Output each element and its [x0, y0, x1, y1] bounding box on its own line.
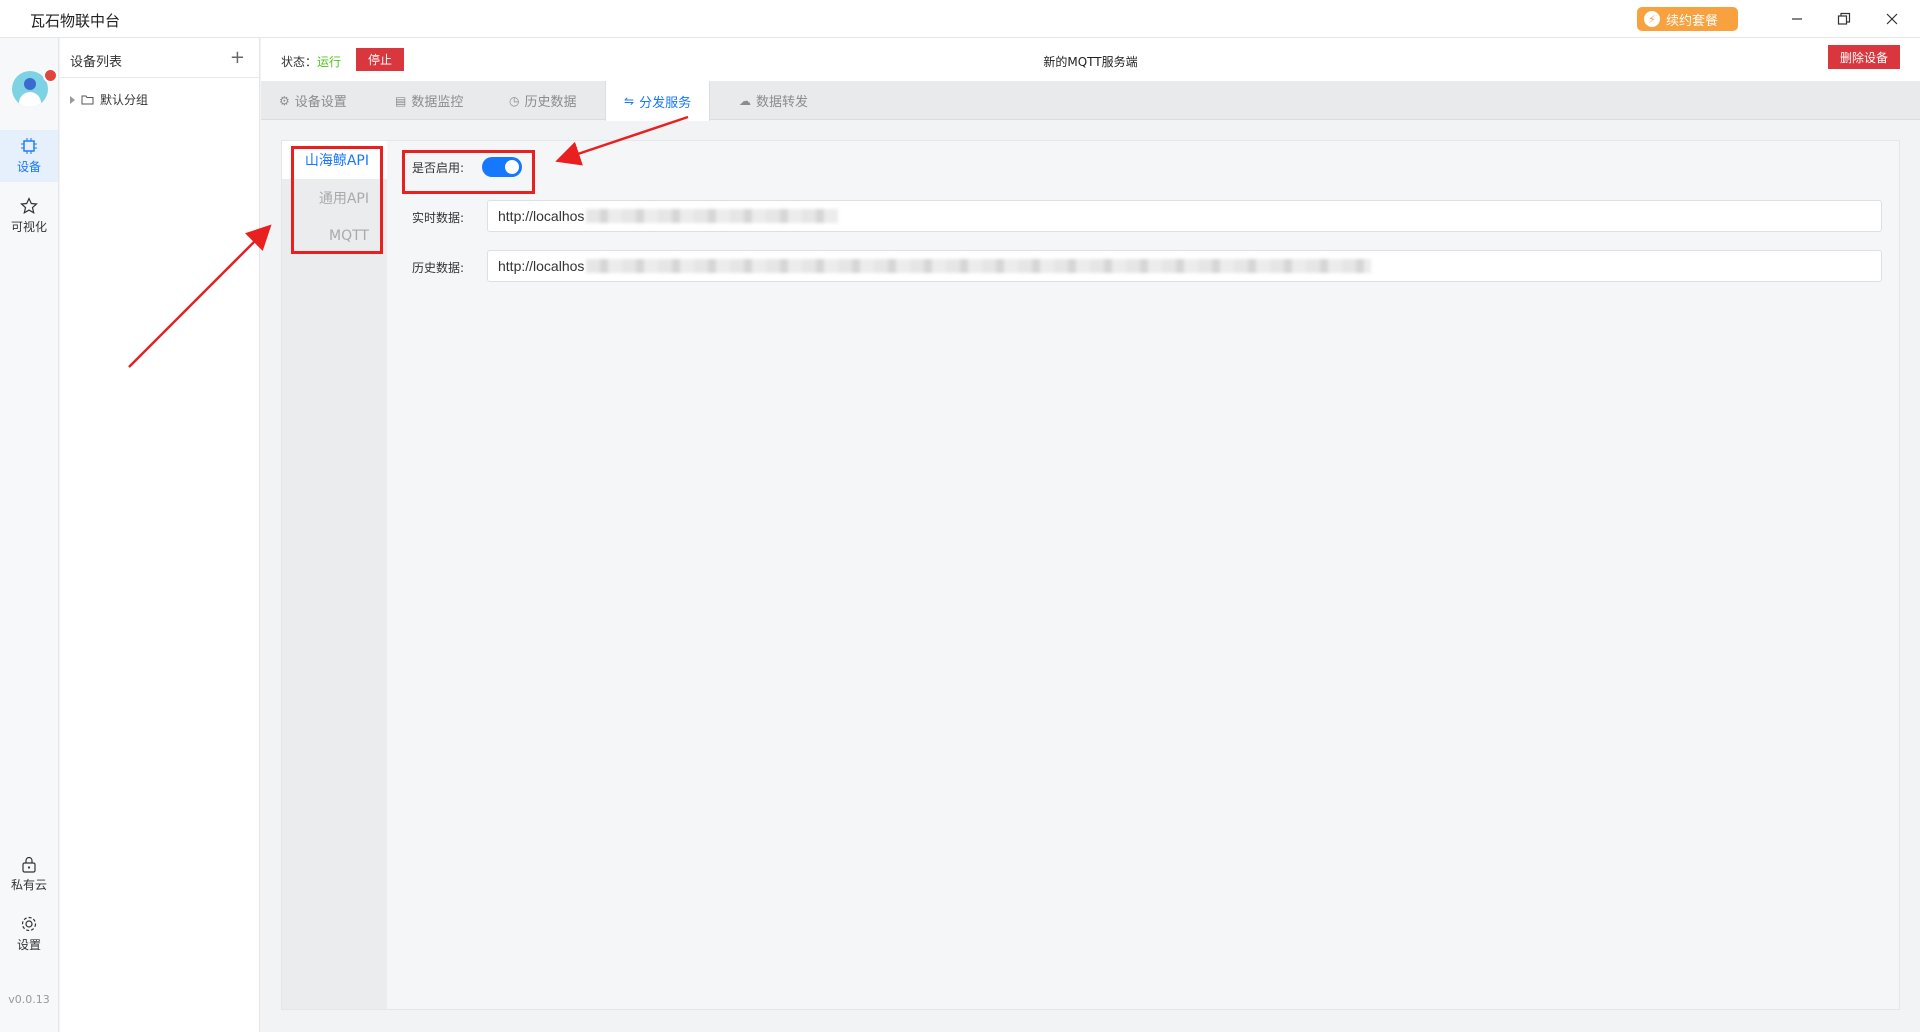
app-version: v0.0.13: [8, 993, 50, 1006]
tree-group-default[interactable]: 默认分组: [70, 91, 148, 108]
close-icon: [1886, 13, 1898, 25]
tab-distribution-service[interactable]: ⇋ 分发服务: [605, 81, 711, 121]
realtime-label: 实时数据:: [412, 211, 465, 225]
restore-icon: [1837, 12, 1851, 25]
annotation-box-subnav: [291, 146, 383, 254]
lock-icon: [22, 856, 36, 873]
exchange-icon: ⇋: [624, 94, 635, 108]
notification-badge-icon: [43, 68, 58, 83]
caret-right-icon[interactable]: [70, 95, 75, 104]
tab-label: 分发服务: [639, 95, 692, 111]
rail-label: 设备: [16, 160, 41, 174]
gear-icon: [21, 916, 37, 932]
tab-label: 设备设置: [294, 95, 347, 110]
tab-data-forwarding[interactable]: ☁ 数据转发: [721, 81, 826, 120]
tab-bar: ⚙ 设备设置 ▤ 数据监控 ◷ 历史数据 ⇋ 分发服务 ☁ 数据转发: [261, 81, 1920, 121]
redacted-text: [586, 209, 839, 223]
rail-item-devices[interactable]: 设备: [0, 130, 58, 182]
database-icon: ▤: [395, 93, 407, 108]
realtime-label-row: 实时数据:: [412, 209, 464, 226]
device-list-title: 设备列表: [70, 55, 123, 70]
history-label-row: 历史数据:: [412, 259, 464, 276]
rail-label: 私有云: [10, 878, 47, 892]
distribution-content: 山海鲸API 通用API MQTT 是否启用: 实时数据: http://loc…: [281, 140, 1900, 1010]
history-label: 历史数据:: [412, 261, 465, 275]
realtime-url-value: http://localhos: [498, 208, 585, 224]
redacted-text: [586, 259, 1372, 273]
renew-plan-label: 续约套餐: [1666, 13, 1719, 29]
history-url-input[interactable]: http://localhos: [487, 250, 1882, 282]
device-name: 新的MQTT服务端: [1043, 55, 1138, 69]
tab-label: 历史数据: [524, 95, 577, 110]
tab-label: 数据监控: [411, 95, 464, 110]
rail-item-settings[interactable]: 设置: [0, 908, 58, 960]
delete-device-button[interactable]: 删除设备: [1828, 45, 1900, 69]
gear-icon: ⚙: [279, 93, 290, 108]
add-device-button[interactable]: +: [230, 47, 245, 68]
tab-device-settings[interactable]: ⚙ 设备设置: [261, 81, 365, 120]
tree-group-label: 默认分组: [100, 93, 149, 107]
annotation-box-toggle: [402, 150, 535, 194]
tab-data-monitor[interactable]: ▤ 数据监控: [377, 81, 481, 120]
tab-label: 数据转发: [756, 95, 809, 110]
device-status-bar: 状态：运行 停止 新的MQTT服务端 删除设备: [261, 38, 1920, 81]
restore-button[interactable]: [1834, 9, 1854, 29]
close-button[interactable]: [1882, 9, 1902, 29]
device-list-panel: 设备列表 + 默认分组: [60, 38, 260, 1032]
nav-rail: 设备 可视化 私有云 设置 v0.0.13: [0, 38, 59, 1032]
history-url-value: http://localhos: [498, 258, 585, 274]
title-bar: 瓦石物联中台 ⚡ 续约套餐: [0, 0, 1920, 38]
chip-icon: [21, 138, 37, 154]
cloud-icon: ☁: [739, 93, 751, 108]
lightning-icon: ⚡: [1644, 11, 1660, 27]
star-icon: [20, 197, 38, 215]
minimize-icon: [1792, 18, 1802, 20]
rail-item-private-cloud[interactable]: 私有云: [0, 848, 58, 900]
rail-label: 可视化: [10, 220, 47, 234]
renew-plan-button[interactable]: ⚡ 续约套餐: [1637, 7, 1738, 31]
minimize-button[interactable]: [1787, 9, 1807, 29]
folder-icon: [81, 95, 94, 105]
clock-icon: ◷: [509, 93, 520, 108]
tab-history-data[interactable]: ◷ 历史数据: [491, 81, 595, 120]
rail-label: 设置: [16, 938, 41, 952]
rail-item-visualization[interactable]: 可视化: [0, 190, 58, 242]
service-subnav: 山海鲸API 通用API MQTT: [282, 141, 387, 1009]
realtime-url-input[interactable]: http://localhos: [487, 200, 1882, 232]
device-list-header: 设备列表 +: [60, 38, 259, 78]
app-title: 瓦石物联中台: [30, 12, 121, 30]
